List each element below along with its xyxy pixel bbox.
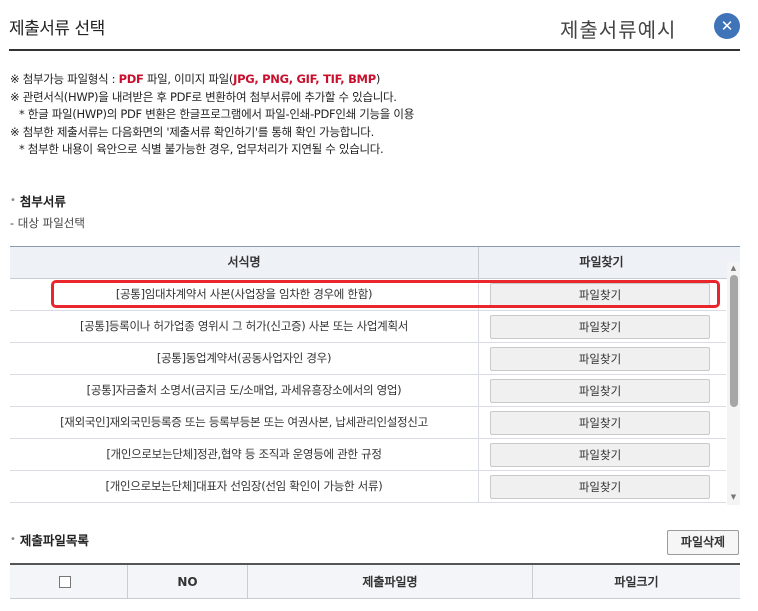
table-scrollbar[interactable]: ▲ ▼	[727, 262, 740, 505]
document-row: [공통]자금출처 소명서(금지금 도/소매업, 과세유흥장소에서의 영업) 파일찾…	[10, 375, 726, 407]
find-file-button[interactable]: 파일찾기	[490, 315, 710, 339]
notice-hwp-convert: ※ 관련서식(HWP)을 내려받은 후 PDF로 변환하여 첨부서류에 추가할 …	[10, 89, 397, 104]
image-formats-emphasis: JPG, PNG, GIF, TIF, BMP	[233, 72, 376, 86]
column-no: NO	[128, 565, 248, 599]
target-file-select-label: - 대상 파일선택	[10, 216, 85, 230]
document-row-name: [개인으로보는단체]정관,협약 등 조직과 운영등에 관한 규정	[10, 439, 479, 470]
document-row-name: [공통]동업계약서(공동사업자인 경우)	[10, 343, 479, 374]
select-all-cell	[10, 565, 128, 599]
document-row-name: [공통]등록이나 허가업종 영위시 그 허가(신고증) 사본 또는 사업계획서	[10, 311, 479, 342]
attach-section-title: • 첨부서류	[10, 194, 66, 209]
submitted-file-table-header: NO 제출파일명 파일크기	[10, 563, 740, 599]
find-file-button[interactable]: 파일찾기	[490, 347, 710, 371]
example-documents-link[interactable]: 제출서류예시	[560, 14, 676, 43]
close-button[interactable]: ✕	[714, 13, 740, 39]
column-find-file: 파일찾기	[579, 255, 624, 269]
document-row: [개인으로보는단체]대표자 선임장(선임 확인이 가능한 서류) 파일찾기	[10, 471, 726, 503]
dialog-title: 제출서류 선택	[9, 19, 105, 39]
bullet-icon: •	[10, 195, 16, 206]
notice-legibility: * 첨부한 내용이 육안으로 식별 불가능한 경우, 업무처리가 지연될 수 있…	[19, 142, 384, 156]
document-row: [공통]임대차계약서 사본(사업장을 임차한 경우에 한함) 파일찾기	[10, 279, 726, 311]
close-icon: ✕	[720, 17, 734, 35]
file-section-title: • 제출파일목록	[10, 533, 89, 548]
scroll-up-arrow-icon[interactable]: ▲	[727, 262, 740, 274]
scroll-thumb[interactable]	[730, 275, 738, 407]
notice-list: ※ 첨부가능 파일형식 : PDF 파일, 이미지 파일(JPG, PNG, G…	[10, 71, 750, 159]
column-file-name: 제출파일명	[248, 565, 533, 599]
notice-file-formats: ※ 첨부가능 파일형식 : PDF 파일, 이미지 파일(JPG, PNG, G…	[10, 72, 381, 86]
notice-confirm-next: ※ 첨부한 제출서류는 다음화면의 '제출서류 확인하기'를 통해 확인 가능합…	[10, 124, 374, 139]
bullet-icon: •	[10, 534, 16, 545]
column-file-size: 파일크기	[614, 575, 659, 589]
header-divider	[9, 49, 740, 51]
column-form-name: 서식명	[10, 247, 479, 278]
document-rows: [공통]임대차계약서 사본(사업장을 임차한 경우에 한함) 파일찾기 [공통]등록…	[10, 279, 726, 503]
notice-hwp-pdf-print: * 한글 파일(HWP)의 PDF 변환은 한글프로그램에서 파일-인쇄-PDF…	[19, 107, 414, 121]
pdf-emphasis: PDF	[118, 72, 144, 86]
find-file-button[interactable]: 파일찾기	[490, 475, 710, 499]
find-file-button[interactable]: 파일찾기	[490, 411, 710, 435]
dialog-header: 제출서류 선택 제출서류예시 ✕	[0, 0, 758, 51]
document-row-name: [공통]자금출처 소명서(금지금 도/소매업, 과세유흥장소에서의 영업)	[10, 375, 479, 406]
find-file-button[interactable]: 파일찾기	[490, 443, 710, 467]
document-row: [공통]등록이나 허가업종 영위시 그 허가(신고증) 사본 또는 사업계획서 파…	[10, 311, 726, 343]
document-row: [재외국인]재외국민등록증 또는 등록부등본 또는 여권사본, 납세관리인설정신…	[10, 407, 726, 439]
document-row-name: [공통]임대차계약서 사본(사업장을 임차한 경우에 한함)	[10, 279, 479, 310]
document-row-name: [개인으로보는단체]대표자 선임장(선임 확인이 가능한 서류)	[10, 471, 479, 502]
delete-file-button[interactable]: 파일삭제	[667, 530, 739, 555]
find-file-button[interactable]: 파일찾기	[490, 283, 710, 307]
find-file-button[interactable]: 파일찾기	[490, 379, 710, 403]
document-row-name: [재외국인]재외국민등록증 또는 등록부등본 또는 여권사본, 납세관리인설정신…	[10, 407, 479, 438]
select-all-checkbox[interactable]	[58, 575, 71, 588]
document-table-header: 서식명 파일찾기	[10, 247, 740, 279]
document-row: [개인으로보는단체]정관,협약 등 조직과 운영등에 관한 규정 파일찾기	[10, 439, 726, 471]
scroll-down-arrow-icon[interactable]: ▼	[727, 491, 740, 503]
document-table: 서식명 파일찾기 [공통]임대차계약서 사본(사업장을 임차한 경우에 한함) 파…	[10, 246, 740, 505]
document-row: [공통]동업계약서(공동사업자인 경우) 파일찾기	[10, 343, 726, 375]
